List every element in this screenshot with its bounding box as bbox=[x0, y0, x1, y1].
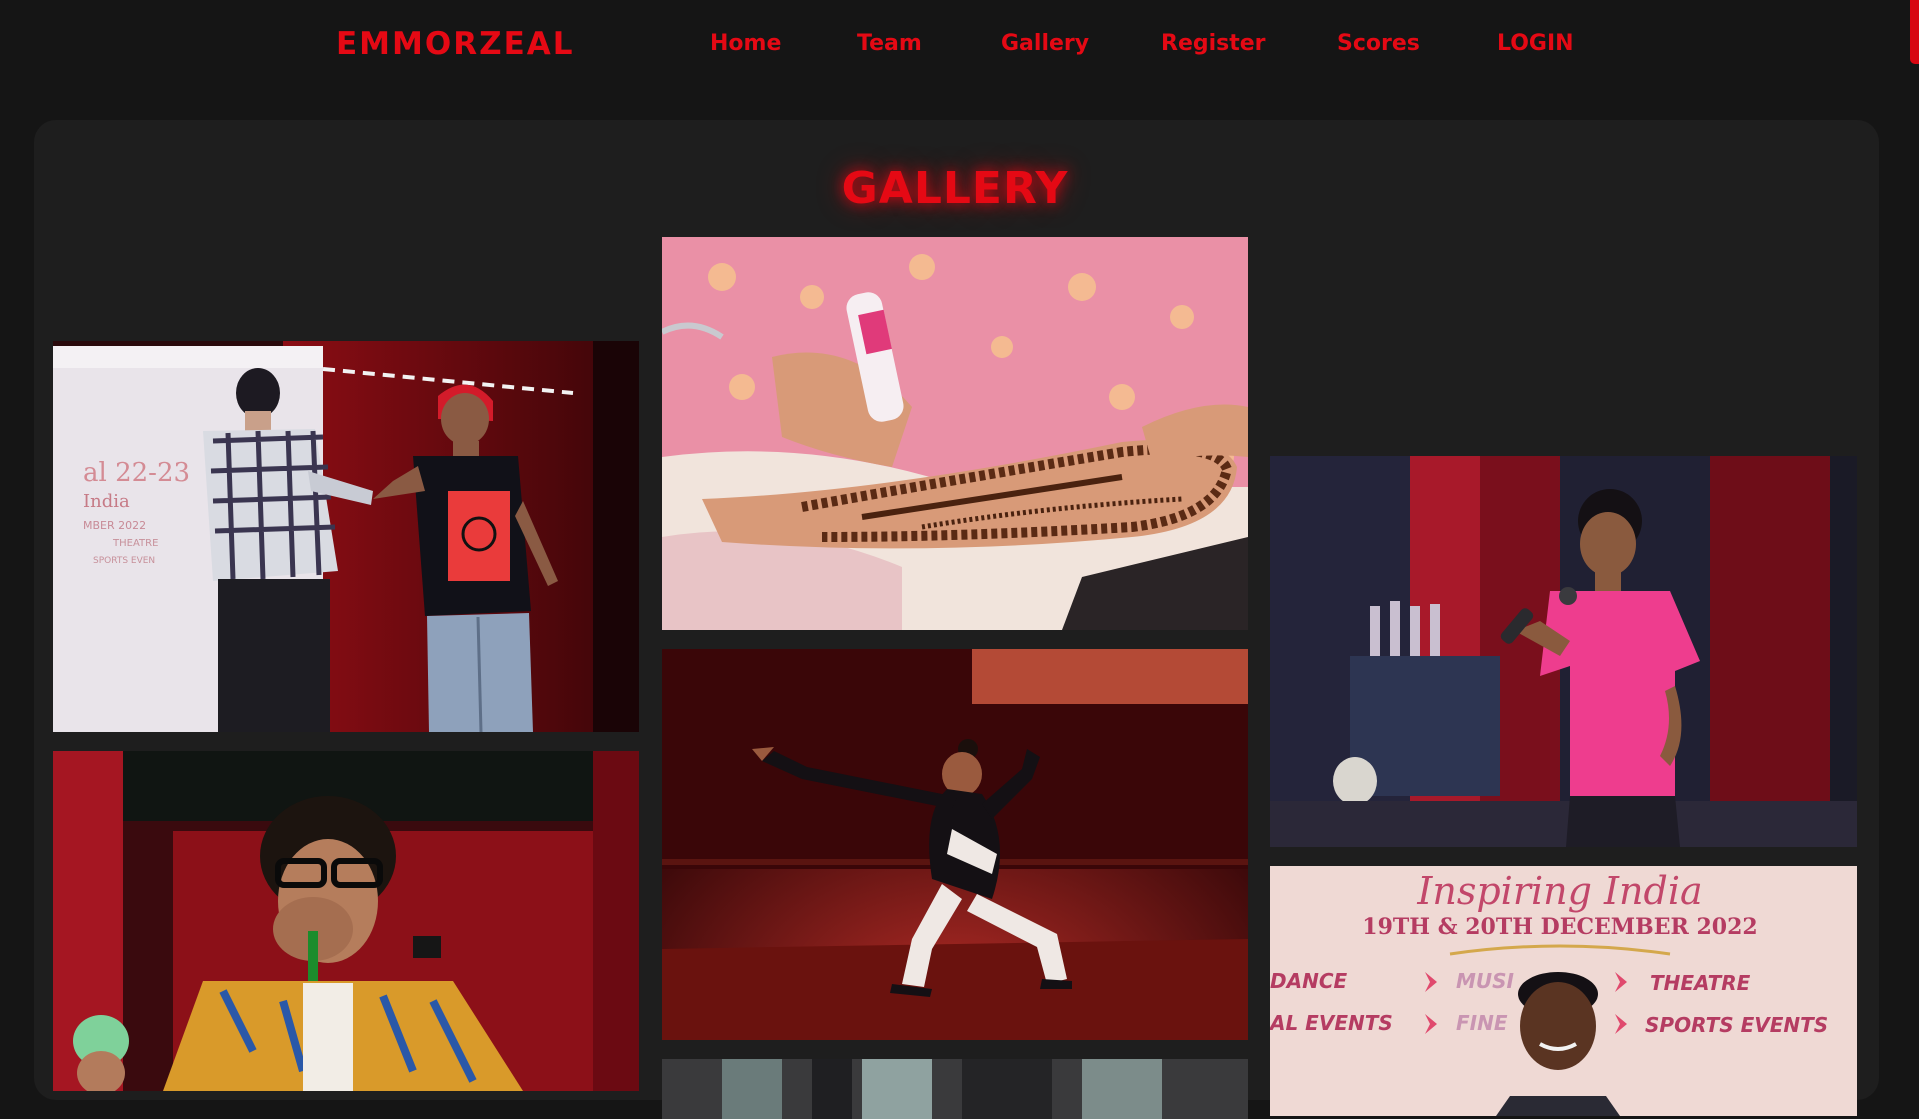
dancer-image bbox=[662, 649, 1248, 1040]
poster-item1: THEATRE bbox=[112, 538, 158, 549]
singer-image bbox=[1270, 456, 1857, 847]
navbar: EMMORZEAL Home Team Gallery Register Sco… bbox=[0, 0, 1919, 88]
banner-cat-theatre: THEATRE bbox=[1650, 971, 1751, 995]
brand-logo[interactable]: EMMORZEAL bbox=[336, 22, 575, 66]
nav-login[interactable]: LOGIN bbox=[1497, 28, 1574, 60]
nav-team[interactable]: Team bbox=[857, 28, 922, 60]
banner-dates: 19TH & 20TH DECEMBER 2022 bbox=[1362, 914, 1757, 940]
nav-scores[interactable]: Scores bbox=[1337, 28, 1420, 60]
edge-tab[interactable] bbox=[1910, 0, 1919, 64]
banner-cat-music: MUSI bbox=[1456, 969, 1515, 993]
gallery-photo-mehendi[interactable] bbox=[662, 237, 1248, 630]
gallery-photo-singer[interactable] bbox=[1270, 456, 1857, 847]
stage-handshake-image: al 22-23 India MBER 2022 THEATRE SPORTS … bbox=[53, 341, 639, 732]
gallery-photo-dancer[interactable] bbox=[662, 649, 1248, 1040]
beatbox-image bbox=[53, 751, 639, 1091]
banner-cat-sports: SPORTS EVENTS bbox=[1645, 1013, 1828, 1037]
banner-cat-fine: FINE bbox=[1456, 1011, 1508, 1035]
mehendi-image bbox=[662, 237, 1248, 630]
nav-register[interactable]: Register bbox=[1161, 28, 1266, 60]
nav-home[interactable]: Home bbox=[710, 28, 781, 60]
banner-cat-events: AL EVENTS bbox=[1270, 1011, 1393, 1035]
gallery-title: GALLERY bbox=[841, 163, 1069, 214]
banner-heading: Inspiring India bbox=[1416, 869, 1702, 913]
partial-image bbox=[662, 1059, 1248, 1119]
gallery-photo-beatbox[interactable] bbox=[53, 751, 639, 1091]
gallery-photo-stage-handshake[interactable]: al 22-23 India MBER 2022 THEATRE SPORTS … bbox=[53, 341, 639, 732]
poster-line1: al 22-23 bbox=[83, 458, 190, 488]
nav-gallery[interactable]: Gallery bbox=[1001, 28, 1089, 60]
poster-item2: SPORTS EVEN bbox=[93, 556, 155, 566]
poster-line3: MBER 2022 bbox=[83, 519, 146, 532]
banner-cat-dance: DANCE bbox=[1270, 969, 1347, 993]
poster-line2: India bbox=[83, 491, 130, 512]
gallery-photo-partial[interactable] bbox=[662, 1059, 1248, 1119]
